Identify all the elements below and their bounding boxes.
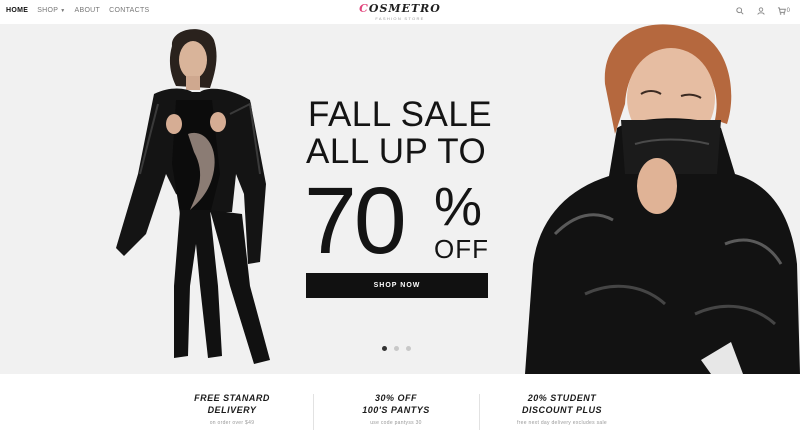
user-icon[interactable]: [756, 6, 766, 16]
feature-student-discount: 20% STUDENT DISCOUNT PLUS free next day …: [482, 392, 642, 426]
main-nav: HOME SHOP ▼ ABOUT CONTACTS: [6, 7, 150, 14]
header-actions: 0: [735, 6, 790, 16]
feature-free-delivery: FREE STANARD DELIVERY on order over $49: [152, 392, 312, 426]
nav-shop[interactable]: SHOP ▼: [37, 7, 65, 14]
cart-count: 0: [786, 8, 790, 14]
brand-logo[interactable]: COSMETRO FASHION STORE: [352, 3, 448, 22]
slider-dot-3[interactable]: [406, 346, 411, 351]
hero-line-2: ALL UP TO: [306, 132, 487, 171]
feature-subtitle: on order over $49: [209, 420, 255, 426]
site-header: HOME SHOP ▼ ABOUT CONTACTS COSMETRO FASHI…: [0, 0, 800, 24]
chevron-down-icon: ▼: [60, 8, 66, 14]
feature-divider: [479, 394, 480, 430]
nav-shop-label: SHOP: [37, 7, 59, 14]
feature-title-line-1: 30% OFF: [374, 393, 417, 403]
feature-subtitle: use code pantyss 30: [370, 420, 422, 426]
brand-name-accent: C: [359, 2, 369, 15]
features-bar: FREE STANARD DELIVERY on order over $49 …: [0, 374, 800, 444]
feature-title-line-1: FREE STANARD: [194, 393, 270, 403]
brand-name: COSMETRO: [352, 3, 448, 15]
hero-line-1: FALL SALE: [308, 95, 493, 134]
hero-slider: FALL SALE ALL UP TO 70 % OFF SHOP NOW: [0, 24, 800, 374]
nav-about[interactable]: ABOUT: [75, 7, 101, 14]
hero-percent-sign: %: [434, 177, 483, 237]
feature-title-line-1: 20% STUDENT: [527, 393, 597, 403]
brand-name-rest: OSMETRO: [368, 2, 441, 15]
feature-divider: [313, 394, 314, 430]
feature-title-line-2: 100'S PANTYS: [362, 405, 430, 415]
hero-model-right-image: [525, 24, 800, 374]
hero-model-left-image: [116, 29, 270, 364]
feature-subtitle: free next day delivery excludes sale: [516, 420, 607, 426]
feature-title-line-2: DELIVERY: [207, 405, 257, 415]
nav-home[interactable]: HOME: [6, 7, 28, 14]
nav-contacts[interactable]: CONTACTS: [109, 7, 149, 14]
hero-headline: FALL SALE ALL UP TO 70 % OFF: [300, 95, 494, 269]
slider-dot-2[interactable]: [394, 346, 399, 351]
cart-button[interactable]: 0: [777, 6, 790, 16]
search-icon[interactable]: [735, 6, 745, 16]
brand-tagline: FASHION STORE: [375, 16, 425, 21]
feature-pantys-discount: 30% OFF 100'S PANTYS use code pantyss 30: [316, 392, 476, 426]
feature-title-line-2: DISCOUNT PLUS: [521, 405, 602, 415]
slider-dot-1[interactable]: [382, 346, 387, 351]
cart-icon: [777, 7, 786, 15]
hero-off-label: OFF: [434, 234, 489, 264]
slider-dots: [382, 346, 411, 351]
hero-discount-number: 70: [304, 168, 407, 274]
shop-now-button[interactable]: SHOP NOW: [306, 273, 488, 298]
